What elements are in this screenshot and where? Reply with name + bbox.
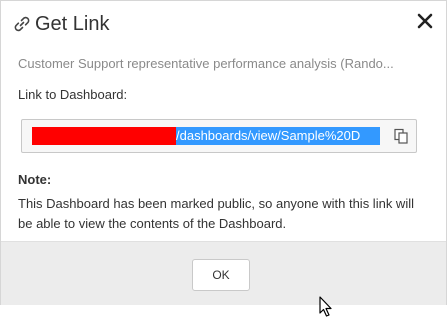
close-icon <box>417 13 433 29</box>
link-url-text[interactable]: /dashboards/view/Sample%20D <box>176 127 380 145</box>
copy-button[interactable] <box>392 127 410 145</box>
dialog-header: Get Link <box>1 1 446 47</box>
ok-button[interactable]: OK <box>192 259 250 291</box>
dialog-title-wrap: Get Link <box>11 13 109 35</box>
link-field[interactable]: /dashboards/view/Sample%20D <box>21 119 417 153</box>
dialog-title: Get Link <box>35 13 110 35</box>
dashboard-name: Customer Support representative performa… <box>18 56 394 71</box>
copy-icon <box>394 128 408 144</box>
mouse-pointer-icon <box>319 296 333 318</box>
get-link-dialog: Get Link Customer Support representative… <box>0 0 447 305</box>
link-label: Link to Dashboard: <box>18 87 128 102</box>
close-button[interactable] <box>416 10 434 32</box>
note-text: This Dashboard has been marked public, s… <box>18 196 414 231</box>
dialog-footer: OK <box>1 241 446 305</box>
note-heading: Note: <box>18 172 52 187</box>
link-icon <box>11 13 33 35</box>
redacted-url-prefix <box>32 127 176 145</box>
